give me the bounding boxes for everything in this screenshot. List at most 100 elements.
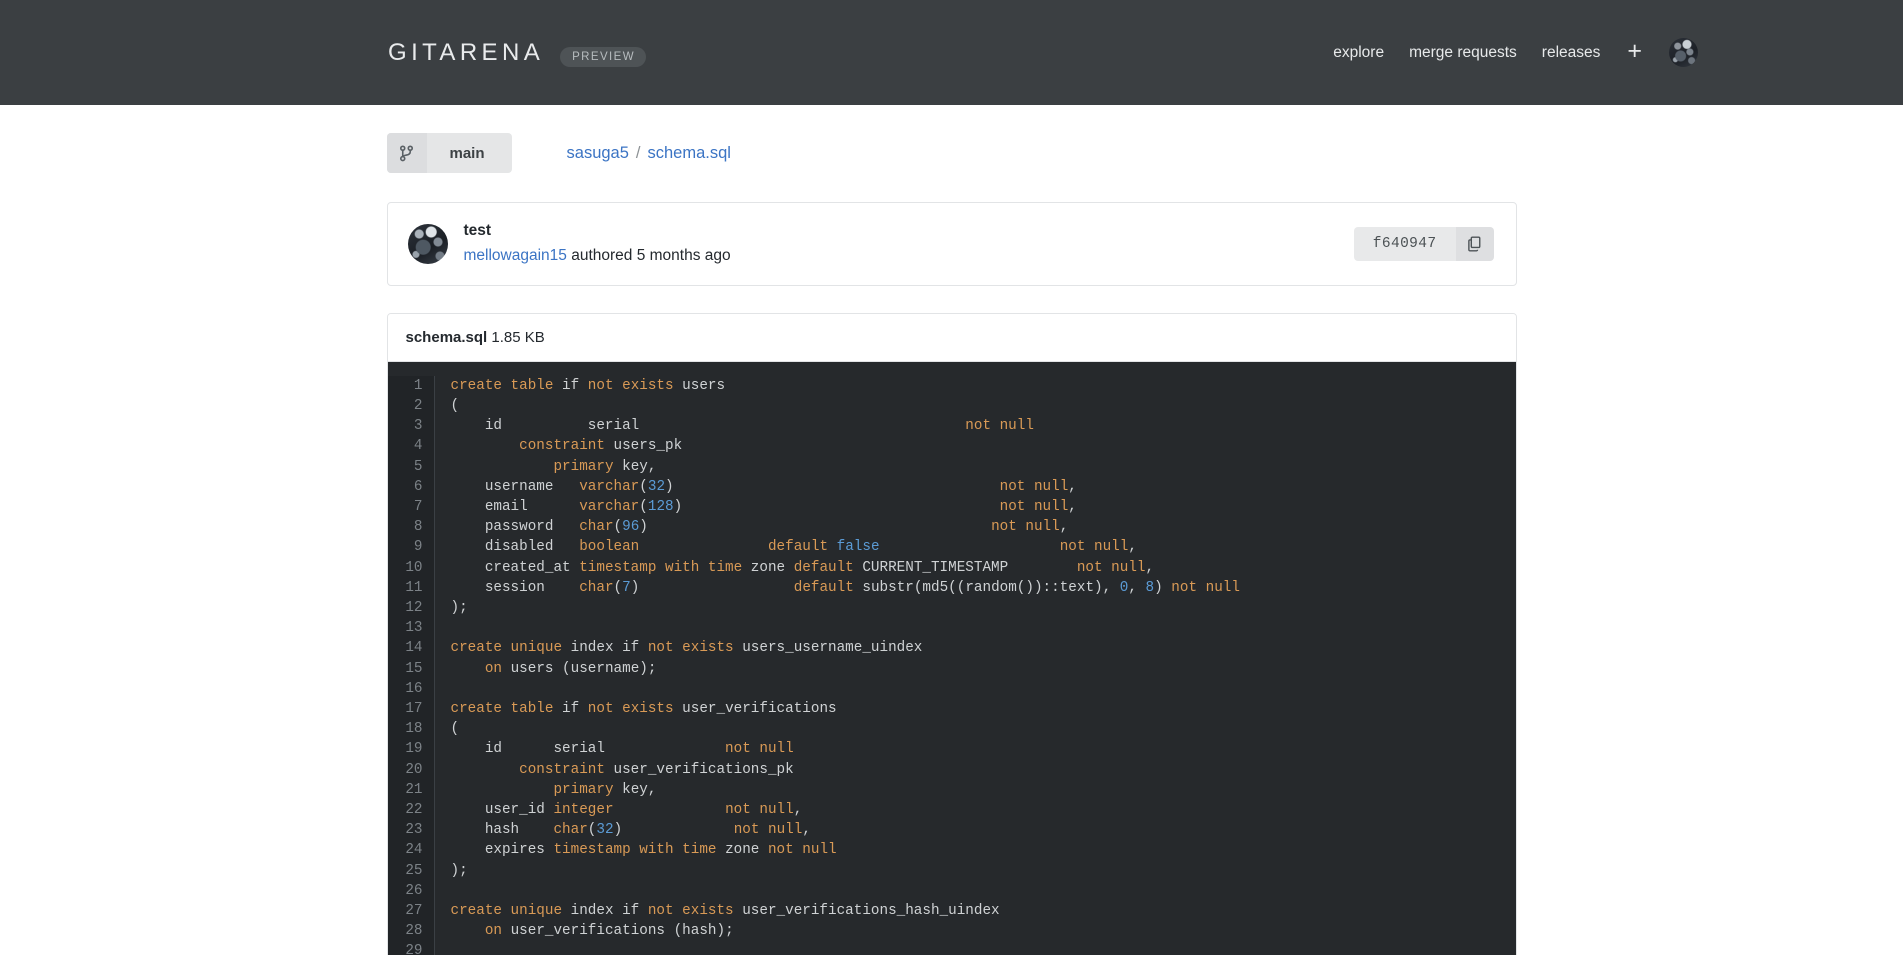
code-token: user_verifications_pk — [604, 761, 794, 778]
branch-selector[interactable]: main — [386, 133, 512, 173]
line-number: 2 — [413, 397, 423, 414]
code-token: disabled — [450, 539, 580, 556]
code-token: , — [1068, 498, 1077, 515]
code-content[interactable]: create table if not exists users ( id ser… — [435, 376, 1516, 955]
code-token: id serial — [450, 741, 726, 758]
code-token: key, — [613, 781, 657, 798]
code-token: 32 — [596, 822, 614, 839]
code-token: , — [1128, 579, 1146, 596]
user-avatar-icon[interactable] — [1669, 38, 1698, 67]
code-token: varchar — [579, 498, 640, 515]
line-number: 25 — [405, 862, 423, 879]
code-token: default — [767, 539, 829, 556]
branch-breadcrumb-row: main sasuga5 / schema.sql — [386, 129, 1517, 177]
code-token: char — [579, 519, 614, 536]
line-number: 20 — [405, 761, 423, 778]
line-number: 7 — [413, 498, 423, 515]
code-token: session — [450, 579, 580, 596]
code-token: char — [553, 822, 588, 839]
breadcrumb-file-link[interactable]: schema.sql — [648, 144, 731, 163]
copy-icon[interactable] — [1455, 226, 1494, 261]
code-token: constraint — [519, 438, 605, 455]
file-card: schema.sql 1.85 KB 1 2 3 4 5 6 7 8 9 10 11 12 13 14 15… — [386, 312, 1517, 955]
commit-text-block: test mellowagain15 authored 5 months ago — [464, 220, 731, 268]
code-token: ); — [450, 862, 468, 879]
line-number: 16 — [405, 680, 423, 697]
branch-name: main — [449, 144, 485, 162]
code-token: not null — [991, 519, 1060, 536]
nav-link-merge-requests[interactable]: merge requests — [1409, 44, 1517, 62]
code-token: if — [553, 700, 588, 717]
commit-hash-group: f640947 — [1353, 226, 1494, 261]
code-line: expires timestamp with time zone not nul… — [451, 840, 1516, 860]
line-number: 14 — [405, 640, 423, 657]
code-token: , — [1068, 478, 1077, 495]
code-token: constraint — [519, 761, 605, 778]
code-line: ( — [451, 396, 1516, 416]
breadcrumb: sasuga5 / schema.sql — [567, 144, 731, 163]
line-number: 15 — [405, 660, 423, 677]
line-number: 3 — [413, 418, 423, 435]
code-token: user_verifications (hash); — [502, 923, 734, 940]
code-token: zone — [716, 842, 768, 859]
code-token: , — [1128, 539, 1137, 556]
breadcrumb-repo-link[interactable]: sasuga5 — [567, 144, 629, 163]
code-line: create table if not exists user_verifica… — [451, 699, 1516, 719]
code-token: on — [484, 923, 502, 940]
code-line: create unique index if not exists users_… — [451, 638, 1516, 658]
breadcrumb-separator: / — [635, 143, 641, 162]
code-token: create table — [450, 700, 554, 717]
commit-author-avatar-icon[interactable] — [407, 223, 448, 264]
code-token: index if — [562, 640, 648, 657]
code-line: email varchar(128) not null, — [451, 497, 1516, 517]
code-line: create unique index if not exists user_v… — [451, 901, 1516, 921]
line-number: 8 — [413, 519, 423, 536]
navbar-links: explore merge requests releases + — [1333, 38, 1698, 67]
code-viewer[interactable]: 1 2 3 4 5 6 7 8 9 10 11 12 13 14 15 16 17 18 19 20 21 22 23 24 2… — [387, 361, 1516, 955]
brand-logo[interactable]: GITARENA — [388, 39, 544, 67]
code-line: username varchar(32) not null, — [451, 477, 1516, 497]
nav-link-releases[interactable]: releases — [1542, 44, 1601, 62]
code-token: ( — [613, 579, 623, 596]
line-number: 12 — [405, 599, 423, 616]
code-token: create unique — [450, 640, 563, 657]
brand-area[interactable]: GITARENA PREVIEW — [388, 39, 646, 67]
page-body: main sasuga5 / schema.sql test mellowaga… — [0, 105, 1903, 955]
code-token: 128 — [647, 498, 674, 515]
plus-icon[interactable]: + — [1627, 39, 1642, 64]
code-token: primary — [553, 458, 614, 475]
code-line: on user_verifications (hash); — [451, 921, 1516, 941]
code-token: timestamp with time — [579, 559, 743, 576]
code-token: users — [673, 377, 726, 394]
navbar-inner: GITARENA PREVIEW explore merge requests … — [0, 38, 1903, 67]
commit-author-link[interactable]: mellowagain15 — [464, 247, 567, 264]
code-token: not null — [767, 842, 837, 859]
nav-link-explore[interactable]: explore — [1333, 44, 1384, 62]
commit-hash[interactable]: f640947 — [1353, 226, 1456, 261]
code-token: char — [579, 579, 614, 596]
line-number: 23 — [405, 822, 423, 839]
code-line: primary key, — [451, 780, 1516, 800]
code-token: if — [553, 377, 588, 394]
code-token: not exists — [587, 377, 674, 394]
code-token: hash — [450, 822, 554, 839]
code-token: ) — [630, 579, 794, 596]
code-token: not null — [999, 478, 1069, 495]
line-number: 27 — [405, 903, 423, 919]
code-line: ); — [451, 861, 1516, 881]
line-number: 21 — [405, 781, 423, 798]
code-token: 32 — [647, 478, 666, 495]
code-token: ) — [673, 498, 1000, 515]
line-number: 29 — [405, 943, 423, 955]
code-token: not null — [1076, 559, 1146, 576]
code-token: ) — [613, 822, 734, 839]
code-token: 8 — [1145, 579, 1155, 596]
code-line: on users (username); — [451, 659, 1516, 679]
line-number: 18 — [405, 721, 423, 738]
